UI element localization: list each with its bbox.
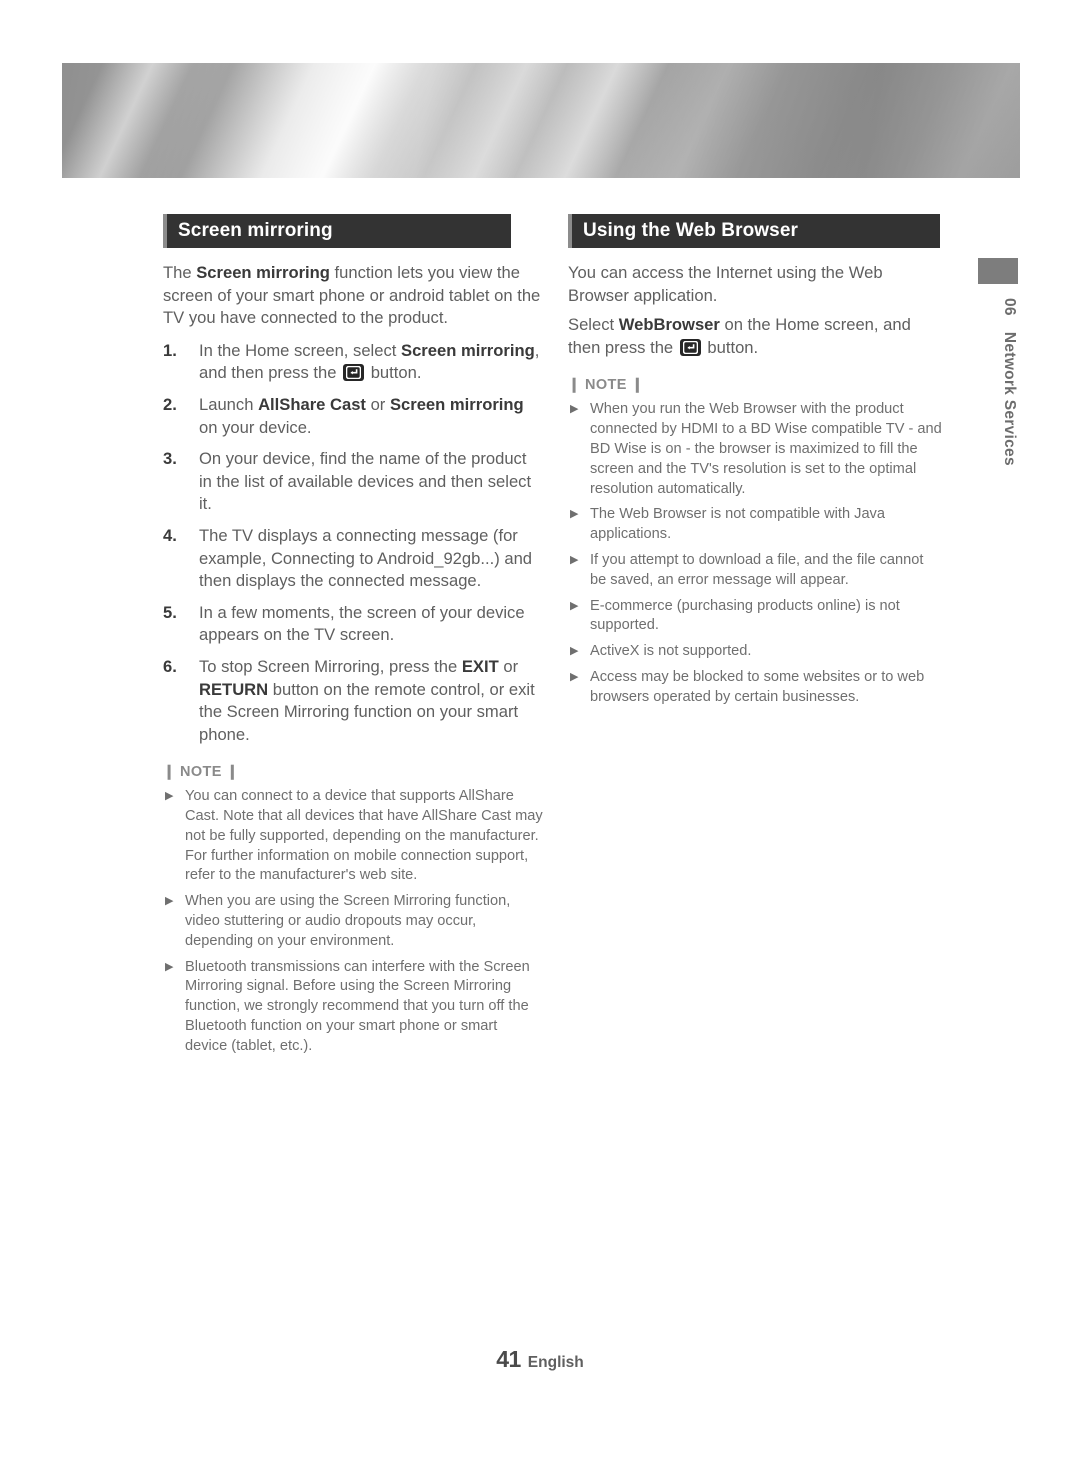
numbered-steps-list: 1. In the Home screen, select Screen mirr… (163, 340, 543, 747)
note-item: ▶ When you run the Web Browser with the p… (568, 400, 942, 499)
step-6-part2: or (498, 656, 519, 676)
note-text: You can connect to a device that support… (185, 788, 543, 884)
header-banner-image (62, 63, 1020, 178)
step-6-bold-return: RETURN (199, 679, 269, 699)
enter-button-icon (679, 338, 701, 356)
step-item-2: 2. Launch AllShare Cast or Screen mirrori… (163, 394, 543, 439)
triangle-bullet-icon: ▶ (165, 895, 174, 908)
note-text: ActiveX is not supported. (590, 643, 752, 660)
step-1-bold-screen-mirroring: Screen mirroring (401, 340, 535, 360)
triangle-bullet-icon: ▶ (570, 403, 579, 416)
triangle-bullet-icon: ▶ (165, 960, 174, 973)
note-label-left: ❙ NOTE ❙ (163, 764, 239, 781)
left-content-column: The Screen mirroring function lets you v… (163, 262, 543, 1063)
note-item: ▶ E-commerce (purchasing products online)… (568, 597, 942, 637)
note-item: ▶ Access may be blocked to some websites … (568, 668, 942, 708)
chapter-tab-text: 06 Network Services (978, 298, 1018, 466)
chapter-title: Network Services (1001, 331, 1018, 466)
note-item: ▶ The Web Browser is not compatible with … (568, 505, 942, 545)
intro-text-part1: The (163, 263, 197, 282)
chapter-side-tab: 06 Network Services (978, 258, 1018, 466)
step-number-1: 1. (163, 340, 177, 360)
step-5-text: In a few moments, the screen of your dev… (199, 602, 525, 645)
triangle-bullet-icon: ▶ (570, 553, 579, 566)
step-3-text: On your device, find the name of the pro… (199, 449, 532, 514)
section-title-right: Using the Web Browser (583, 220, 799, 241)
note-text: When you run the Web Browser with the pr… (590, 401, 942, 497)
page-footer: 41 English (0, 1346, 1080, 1373)
chapter-tab-marker (978, 258, 1018, 284)
note-item: ▶ Bluetooth transmissions can interfere w… (163, 958, 543, 1057)
note-list-left: ▶ You can connect to a device that suppor… (163, 787, 543, 1056)
step-item-4: 4. The TV displays a connecting message (… (163, 525, 543, 593)
step-number-5: 5. (163, 602, 177, 622)
note-list-right: ▶ When you run the Web Browser with the p… (568, 400, 942, 707)
step-number-3: 3. (163, 449, 177, 469)
step-item-6: 6. To stop Screen Mirroring, press the EX… (163, 656, 543, 746)
step-6-part1: To stop Screen Mirroring, press the (199, 656, 462, 676)
note-text: The Web Browser is not compatible with J… (590, 506, 885, 543)
step-2-bold-allshare-cast: AllShare Cast (258, 394, 366, 414)
step-6-bold-exit: EXIT (461, 656, 499, 676)
step-number-6: 6. (163, 656, 177, 676)
note-item: ▶ You can connect to a device that suppor… (163, 787, 543, 886)
note-text: When you are using the Screen Mirroring … (185, 893, 511, 949)
step-4-text: The TV displays a connecting message (fo… (199, 525, 533, 591)
note-item: ▶ If you attempt to download a file, and … (568, 551, 942, 591)
note-item: ▶ ActiveX is not supported. (568, 642, 942, 662)
section-title-left: Screen mirroring (178, 220, 333, 241)
step-1-part1: In the Home screen, select (199, 340, 401, 360)
chapter-number: 06 (1001, 298, 1018, 316)
step-2-part2: or (365, 394, 390, 414)
step-2-part3: on your device. (199, 417, 312, 437)
step-item-3: 3. On your device, find the name of the p… (163, 448, 543, 516)
select-line-part3: button. (702, 337, 759, 357)
note-text: Bluetooth transmissions can interfere wi… (185, 958, 530, 1054)
right-content-column: You can access the Internet using the We… (568, 262, 942, 714)
note-text: If you attempt to download a file, and t… (590, 551, 924, 588)
select-line-bold-webbrowser: WebBrowser (618, 315, 720, 335)
step-item-1: 1. In the Home screen, select Screen mirr… (163, 340, 543, 385)
enter-button-icon (343, 364, 365, 382)
note-label-right: ❙ NOTE ❙ (568, 377, 644, 394)
select-webbrowser-paragraph: Select WebBrowser on the Home screen, an… (568, 314, 942, 359)
step-2-bold-screen-mirroring: Screen mirroring (389, 394, 524, 414)
triangle-bullet-icon: ▶ (570, 670, 579, 683)
page-number: 41 (496, 1346, 521, 1372)
intro-paragraph-right: You can access the Internet using the We… (568, 263, 883, 305)
triangle-bullet-icon: ▶ (570, 599, 579, 612)
note-item: ▶ When you are using the Screen Mirroring… (163, 892, 543, 951)
page-language: English (527, 1354, 584, 1371)
step-item-5: 5. In a few moments, the screen of your d… (163, 602, 543, 647)
intro-paragraph-left: The Screen mirroring function lets you v… (163, 262, 543, 330)
triangle-bullet-icon: ▶ (165, 790, 174, 803)
triangle-bullet-icon: ▶ (570, 645, 579, 658)
step-1-part3: button. (366, 363, 422, 383)
note-text: Access may be blocked to some websites o… (590, 668, 925, 705)
step-number-4: 4. (163, 525, 177, 545)
select-line-part1: Select (568, 315, 619, 335)
section-header-web-browser: Using the Web Browser (568, 214, 940, 248)
intro-bold-screen-mirroring: Screen mirroring (196, 263, 330, 282)
step-number-2: 2. (163, 394, 177, 414)
step-2-part1: Launch (199, 394, 259, 414)
triangle-bullet-icon: ▶ (570, 508, 579, 521)
section-header-screen-mirroring: Screen mirroring (163, 214, 511, 248)
note-text: E-commerce (purchasing products online) … (590, 597, 900, 634)
